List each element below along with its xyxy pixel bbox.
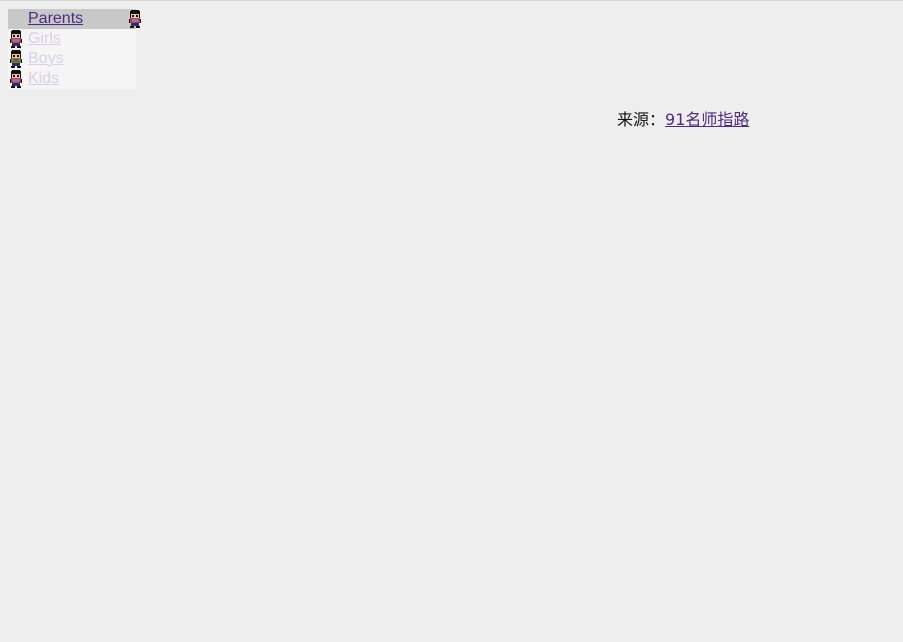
kid-sprite-icon xyxy=(8,70,24,88)
source-line: 来源：91名师指路 xyxy=(617,106,749,130)
menu-link-kids[interactable]: Kids xyxy=(28,70,59,87)
source-link[interactable]: 91名师指路 xyxy=(665,110,749,129)
source-prefix: 来源： xyxy=(617,110,666,129)
menu-link-boys[interactable]: Boys xyxy=(28,50,64,67)
menu-item-kids[interactable]: Kids xyxy=(8,69,136,89)
kid-sprite-icon xyxy=(8,30,24,48)
top-border xyxy=(0,0,903,1)
category-menu: Parents Girls Boys Kids xyxy=(8,9,136,89)
menu-link-girls[interactable]: Girls xyxy=(28,30,61,47)
menu-item-boys[interactable]: Boys xyxy=(8,49,136,69)
menu-link-parents[interactable]: Parents xyxy=(28,10,83,27)
kid-sprite-green-icon xyxy=(8,50,24,68)
menu-item-girls[interactable]: Girls xyxy=(8,29,136,49)
menu-item-parents[interactable]: Parents xyxy=(8,9,136,29)
kid-sprite-icon xyxy=(127,9,143,29)
